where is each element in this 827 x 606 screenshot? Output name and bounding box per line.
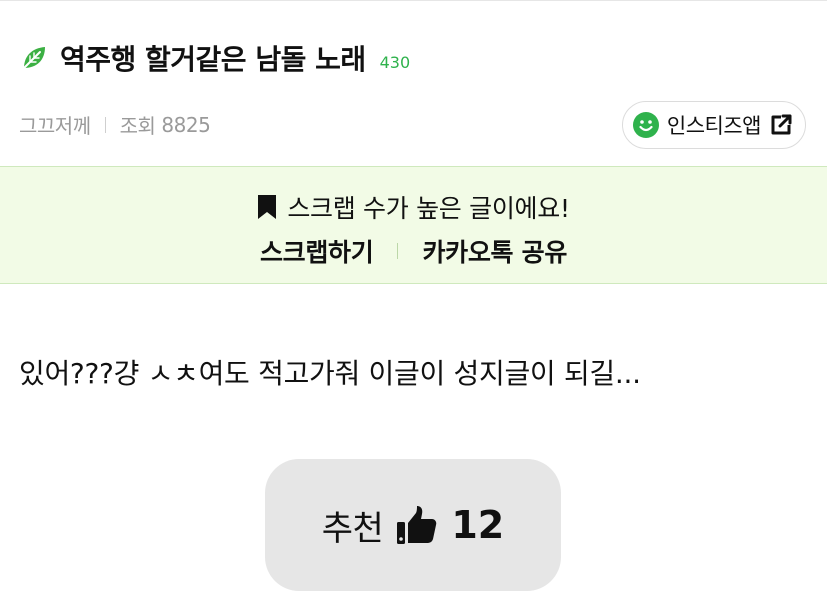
open-app-button[interactable]: 인스티즈앱 xyxy=(621,101,806,149)
scrap-message-row: 스크랩 수가 높은 글이에요! xyxy=(0,189,827,225)
open-app-label: 인스티즈앱 xyxy=(666,114,762,138)
recommend-button[interactable]: 추천 12 xyxy=(265,459,561,591)
meta-divider xyxy=(104,116,106,133)
leaf-icon xyxy=(20,44,48,72)
top-divider xyxy=(0,0,827,1)
smile-icon xyxy=(632,112,659,138)
post-date: 그끄저께 xyxy=(19,114,91,138)
thumbs-up-icon xyxy=(395,503,439,547)
post-meta: 그끄저께 조회 8825 xyxy=(19,110,211,139)
scrap-banner: 스크랩 수가 높은 글이에요! 스크랩하기 카카오톡 공유 xyxy=(0,166,827,284)
comment-count[interactable]: 430 xyxy=(380,53,411,72)
recommend-label: 추천 xyxy=(321,508,384,549)
views-label: 조회 xyxy=(119,114,156,138)
post-body: 있어???걍 ㅅㅊ여도 적고가줘 이글이 성지글이 되길... xyxy=(19,357,641,390)
scrap-actions: 스크랩하기 카카오톡 공유 xyxy=(0,233,827,269)
bookmark-icon xyxy=(257,194,277,220)
recommend-count: 12 xyxy=(451,503,505,547)
scrap-message: 스크랩 수가 높은 글이에요! xyxy=(287,194,570,223)
action-divider xyxy=(397,243,399,259)
external-link-icon xyxy=(769,113,793,137)
scrap-button[interactable]: 스크랩하기 xyxy=(260,233,374,269)
post-title: 역주행 할거같은 남돌 노래 xyxy=(60,43,366,76)
kakao-share-button[interactable]: 카카오톡 공유 xyxy=(422,233,567,269)
views-count: 8825 xyxy=(161,112,211,137)
post-header: 역주행 할거같은 남돌 노래 430 xyxy=(20,38,410,78)
